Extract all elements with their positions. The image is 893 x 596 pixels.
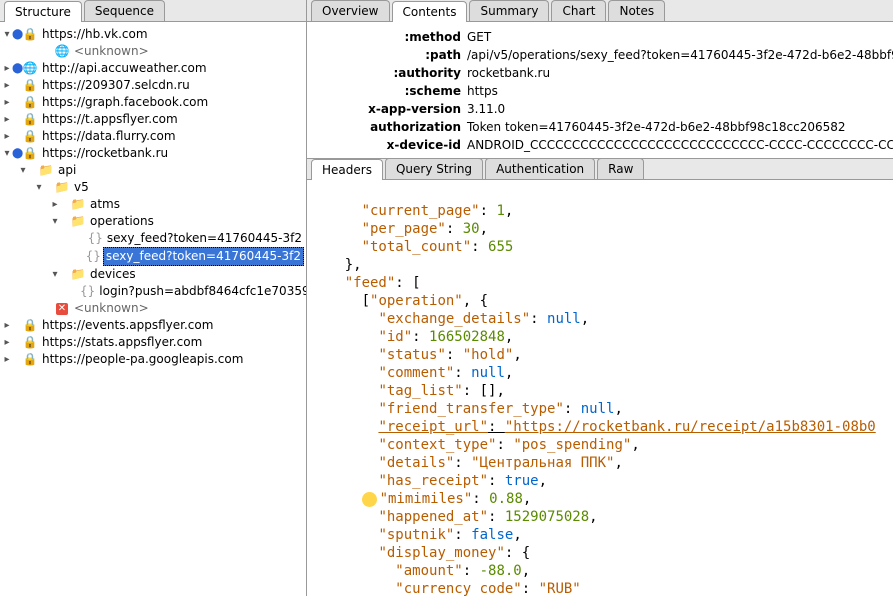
header-value: /api/v5/operations/sexy_feed?token=41760… [467, 46, 893, 64]
subtab-raw[interactable]: Raw [597, 158, 644, 179]
subtab-auth[interactable]: Authentication [485, 158, 595, 179]
folder-label[interactable]: atms [88, 196, 122, 213]
folder-icon: 📁 [70, 214, 86, 230]
request-label[interactable]: login?push=abdbf8464cfc1e703594 [97, 283, 306, 300]
right-panel: Overview Contents Summary Chart Notes :m… [307, 0, 893, 596]
expand-handle[interactable]: ▸ [2, 60, 12, 77]
lock-icon: 🔒 [22, 335, 38, 351]
lock-icon: 🔒 [22, 95, 38, 111]
header-key: x-app-version [347, 100, 467, 118]
folder-icon: 📁 [70, 267, 86, 283]
host-label[interactable]: https://rocketbank.ru [40, 145, 170, 162]
host-label[interactable]: https://people-pa.googleapis.com [40, 351, 245, 368]
tab-contents[interactable]: Contents [392, 1, 468, 22]
expand-handle[interactable]: ▸ [2, 111, 12, 128]
left-panel: Structure Sequence ▾⬤🔒https://hb.vk.com … [0, 0, 307, 596]
subtab-qs[interactable]: Query String [385, 158, 483, 179]
tab-notes[interactable]: Notes [608, 0, 665, 21]
lock-icon: 🔒 [22, 78, 38, 94]
expand-handle[interactable]: ▾ [2, 145, 12, 162]
header-value: ANDROID_CCCCCCCCCCCCCCCCCCCCCCCCCCCC-CCC… [467, 136, 893, 154]
smiley-icon [362, 492, 377, 507]
lock-icon: 🔒 [22, 318, 38, 334]
host-label[interactable]: https://t.appsflyer.com [40, 111, 180, 128]
tab-summary[interactable]: Summary [469, 0, 549, 21]
unknown-label[interactable]: <unknown> [72, 43, 151, 60]
header-key: :method [347, 28, 467, 46]
request-label[interactable]: sexy_feed?token=41760445-3f2 [105, 230, 304, 247]
header-value: rocketbank.ru [467, 64, 550, 82]
header-key: :authority [347, 64, 467, 82]
header-key: x-device-id [347, 136, 467, 154]
expand-handle[interactable]: ▾ [2, 26, 12, 43]
folder-icon: 📁 [54, 180, 70, 196]
expand-handle[interactable]: ▾ [34, 179, 44, 196]
expand-handle[interactable]: ▸ [2, 128, 12, 145]
expand-handle[interactable]: ▸ [2, 351, 12, 368]
tab-structure[interactable]: Structure [4, 1, 82, 22]
folder-icon: 📁 [38, 163, 54, 179]
expand-handle[interactable]: ▸ [2, 334, 12, 351]
host-label[interactable]: https://data.flurry.com [40, 128, 178, 145]
json-body[interactable]: "current_page": 1, "per_page": 30, "tota… [307, 180, 893, 596]
lock-icon: 🔒 [22, 27, 38, 43]
tab-overview[interactable]: Overview [311, 0, 390, 21]
folder-label[interactable]: operations [88, 213, 156, 230]
unknown-label[interactable]: <unknown> [72, 300, 151, 317]
expand-handle[interactable]: ▾ [18, 162, 28, 179]
header-key: :scheme [347, 82, 467, 100]
host-label[interactable]: https://209307.selcdn.ru [40, 77, 192, 94]
tab-sequence[interactable]: Sequence [84, 0, 165, 21]
header-value: 3.11.0 [467, 100, 505, 118]
host-label[interactable]: http://api.accuweather.com [40, 60, 209, 77]
right-tabbar: Overview Contents Summary Chart Notes [307, 0, 893, 22]
host-label[interactable]: https://graph.facebook.com [40, 94, 210, 111]
left-tabbar: Structure Sequence [0, 0, 306, 22]
header-value: GET [467, 28, 491, 46]
globe-icon: 🌐 [22, 61, 38, 77]
tab-chart[interactable]: Chart [551, 0, 606, 21]
expand-handle[interactable]: ▾ [50, 266, 60, 283]
expand-handle[interactable]: ▸ [2, 317, 12, 334]
expand-handle[interactable]: ▸ [2, 77, 12, 94]
folder-label[interactable]: api [56, 162, 78, 179]
header-key: :path [347, 46, 467, 64]
request-icon: {} [86, 249, 101, 265]
folder-label[interactable]: devices [88, 266, 138, 283]
expand-handle[interactable]: ▸ [50, 196, 60, 213]
request-headers: :methodGET :path/api/v5/operations/sexy_… [307, 22, 893, 158]
body-tabbar: Headers Query String Authentication Raw [307, 158, 893, 180]
lock-icon: 🔒 [22, 112, 38, 128]
header-value: Token token=41760445-3f2e-472d-b6e2-48bb… [467, 118, 846, 136]
request-icon: {} [80, 284, 95, 300]
folder-label[interactable]: v5 [72, 179, 91, 196]
error-icon: ✕ [54, 301, 70, 317]
host-label[interactable]: https://stats.appsflyer.com [40, 334, 204, 351]
lock-icon: 🔒 [22, 129, 38, 145]
folder-icon: 📁 [70, 197, 86, 213]
expand-handle[interactable]: ▸ [2, 94, 12, 111]
header-value: https [467, 82, 498, 100]
globe-icon: 🌐 [54, 44, 70, 60]
host-tree[interactable]: ▾⬤🔒https://hb.vk.com 🌐<unknown> ▸⬤🌐http:… [0, 22, 306, 596]
lock-icon: 🔒 [22, 352, 38, 368]
host-label[interactable]: https://events.appsflyer.com [40, 317, 215, 334]
request-label[interactable]: sexy_feed?token=41760445-3f2 [103, 247, 304, 266]
header-key: authorization [347, 118, 467, 136]
lock-icon: 🔒 [22, 146, 38, 162]
subtab-headers[interactable]: Headers [311, 159, 383, 180]
request-icon: {} [88, 231, 103, 247]
host-label[interactable]: https://hb.vk.com [40, 26, 150, 43]
expand-handle[interactable]: ▾ [50, 213, 60, 230]
